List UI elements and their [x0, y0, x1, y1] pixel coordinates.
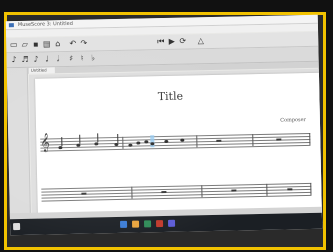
flat-icon[interactable]: ♭ [88, 53, 97, 62]
barline [131, 186, 133, 199]
note-stem [97, 133, 99, 143]
barline [266, 183, 268, 196]
note[interactable] [144, 140, 149, 144]
final-barline [309, 132, 311, 145]
redo-icon[interactable]: ↷ [79, 39, 88, 48]
rewind-icon[interactable]: ⏮ [156, 37, 165, 46]
whole-rest[interactable] [161, 190, 167, 194]
natural-icon[interactable]: ♮ [77, 54, 86, 63]
play-icon[interactable]: ▶ [167, 37, 176, 46]
undo-icon[interactable]: ↶ [68, 39, 77, 48]
loop-icon[interactable]: ⟳ [178, 36, 187, 46]
monitor-screen: MuseScore 3: Untitled ▭ ▱ ▪ ▤ ⌂ ↶ ↷ ⏮ ▶ … [5, 14, 323, 236]
print-icon[interactable]: ▤ [42, 39, 51, 48]
score-page[interactable]: Title Composer 𝄞 [35, 72, 323, 229]
selected-note[interactable] [150, 142, 155, 146]
start-icon[interactable] [13, 223, 21, 231]
treble-clef-icon: 𝄞 [40, 132, 50, 152]
taskbar-app-icon[interactable] [143, 220, 152, 228]
whole-rest[interactable] [216, 139, 222, 142]
barline [122, 136, 124, 149]
sharp-icon[interactable]: ♯ [66, 54, 75, 63]
note-input-icon[interactable]: ♪ [10, 55, 19, 64]
whole-rest[interactable] [231, 189, 237, 192]
note[interactable] [76, 143, 81, 147]
barline [196, 135, 198, 148]
note-stem [117, 133, 119, 143]
duration-half-icon[interactable]: 𝅗𝅥 [53, 54, 62, 63]
palette-panel [6, 67, 32, 229]
note-stem [61, 137, 63, 147]
score-canvas[interactable]: Title Composer 𝄞 [28, 68, 323, 229]
taskbar-folder-icon[interactable] [131, 220, 140, 228]
final-barline [310, 182, 312, 195]
metronome-icon[interactable]: △ [196, 36, 205, 45]
note[interactable] [180, 138, 185, 142]
window-title: MuseScore 3: Untitled [17, 20, 73, 29]
barline [252, 134, 254, 147]
whole-rest[interactable] [276, 138, 282, 141]
note[interactable] [136, 141, 141, 145]
home-icon[interactable]: ⌂ [53, 39, 62, 48]
note[interactable] [94, 142, 99, 146]
note-stem [79, 134, 81, 144]
save-icon[interactable]: ▪ [31, 40, 40, 49]
score-title[interactable]: Title [35, 87, 305, 106]
duration-sixteenth-icon[interactable]: ♬ [21, 55, 30, 64]
duration-quarter-icon[interactable]: ♩ [42, 54, 51, 63]
app-logo-icon [8, 23, 14, 28]
note[interactable] [58, 146, 63, 150]
whole-rest[interactable] [81, 192, 87, 195]
taskbar-app-icon[interactable] [119, 220, 128, 228]
note[interactable] [114, 142, 119, 147]
open-file-icon[interactable]: ▱ [20, 40, 29, 49]
score-composer[interactable]: Composer [280, 117, 306, 124]
staff-system-2[interactable] [41, 182, 312, 202]
new-file-icon[interactable]: ▭ [9, 40, 18, 49]
note[interactable] [128, 143, 133, 147]
duration-eighth-icon[interactable]: ♪ [31, 55, 40, 64]
staff-system-1[interactable]: 𝄞 [40, 132, 311, 152]
barline [201, 185, 203, 198]
whole-rest[interactable] [287, 188, 293, 191]
taskbar-musescore-icon[interactable] [167, 219, 176, 227]
taskbar-app-icon[interactable] [155, 220, 164, 228]
tab-untitled[interactable]: Untitled [28, 67, 55, 74]
